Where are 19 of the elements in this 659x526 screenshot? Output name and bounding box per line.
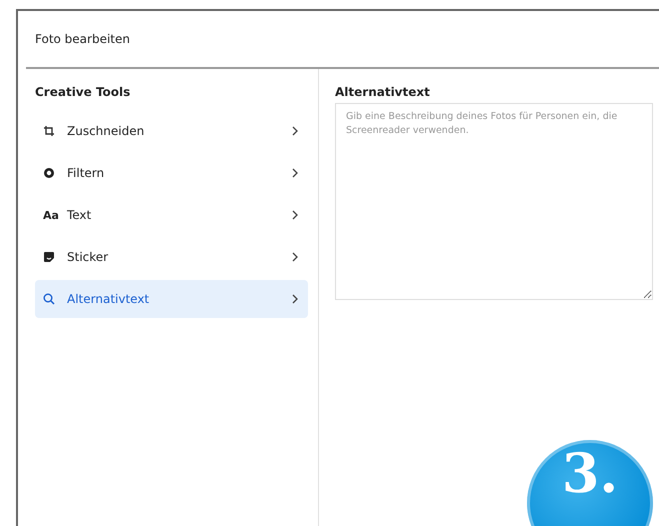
aperture-icon [43, 167, 55, 179]
sidebar-item[interactable]: Aa Text [35, 196, 308, 234]
alt-text-field[interactable]: Gib eine Beschreibung deines Fotos für Personen ein, die Screenreader verwenden. [335, 103, 653, 300]
dialog-title: Foto bearbeiten [35, 32, 130, 46]
chevron-right-icon [292, 252, 298, 262]
sidebar-item[interactable]: Sticker [35, 238, 308, 276]
field-label: Alternativtext [335, 85, 431, 99]
sticker-icon [43, 251, 55, 263]
sidebar-item[interactable]: Zuschneiden [35, 112, 308, 150]
chevron-right-icon [292, 294, 298, 304]
sidebar-heading: Creative Tools [35, 85, 132, 99]
text-icon: Aa [43, 208, 59, 222]
chevron-right-icon [292, 210, 298, 220]
sidebar-item[interactable]: Filtern [35, 154, 308, 192]
chevron-right-icon [292, 168, 298, 178]
sidebar-item[interactable]: Alternativtext [35, 280, 308, 318]
chevron-right-icon [292, 126, 298, 136]
search-icon [43, 293, 55, 305]
crop-icon [43, 125, 55, 137]
